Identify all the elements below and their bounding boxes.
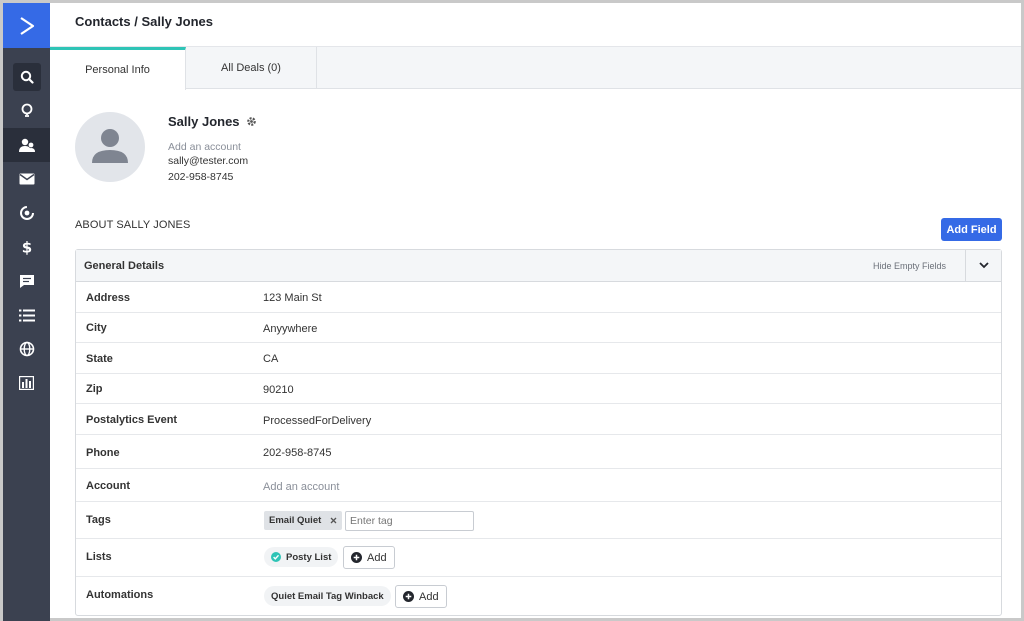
- add-field-button[interactable]: Add Field: [941, 218, 1002, 241]
- tag-input[interactable]: [345, 511, 474, 531]
- search-icon: [20, 70, 34, 84]
- tag-pill: Email Quiet: [264, 511, 343, 530]
- field-label: Postalytics Event: [86, 414, 178, 426]
- svg-text:$: $: [21, 239, 31, 255]
- globe-icon: [19, 341, 34, 357]
- add-automation-label: Add: [419, 590, 439, 603]
- sidebar-item-search[interactable]: [3, 60, 50, 94]
- sidebar-item-automations[interactable]: [3, 196, 50, 230]
- sidebar-item-contacts[interactable]: [3, 128, 50, 162]
- tag-label: Email Quiet: [269, 515, 322, 526]
- phone-value[interactable]: 202-958-8745: [263, 447, 332, 459]
- field-row-phone: Phone 202-958-8745: [76, 435, 1001, 469]
- automation-chip-label: Quiet Email Tag Winback: [271, 590, 384, 602]
- sidebar-item-ideas[interactable]: [3, 94, 50, 128]
- sidebar-item-reports[interactable]: [3, 366, 50, 400]
- account-value[interactable]: Add an account: [263, 481, 339, 493]
- add-list-button[interactable]: Add: [343, 546, 395, 569]
- chat-icon: [19, 274, 34, 288]
- plus-circle-icon: [403, 591, 414, 602]
- postalytics-value[interactable]: ProcessedForDelivery: [263, 415, 371, 427]
- lightbulb-icon: [21, 103, 32, 117]
- field-label: Address: [86, 292, 131, 304]
- contacts-icon: [18, 138, 35, 152]
- person-placeholder-icon: [92, 129, 128, 163]
- top-bar: Contacts / Sally Jones: [50, 3, 1021, 47]
- field-label: Lists: [86, 551, 112, 563]
- panel-header[interactable]: General Details Hide Empty Fields: [76, 250, 1001, 282]
- field-row-lists: Lists Posty List Add: [76, 539, 1001, 577]
- brand-chevron-icon: [19, 16, 34, 35]
- plus-circle-icon: [351, 552, 362, 563]
- field-row-postalytics-event: Postalytics Event ProcessedForDelivery: [76, 404, 1001, 435]
- zip-value[interactable]: 90210: [263, 384, 294, 396]
- contact-email[interactable]: sally@tester.com: [168, 155, 248, 167]
- field-label: Tags: [86, 514, 111, 526]
- tab-personal-info[interactable]: Personal Info: [50, 47, 186, 90]
- contact-name: Sally Jones: [168, 114, 257, 129]
- logo[interactable]: [3, 3, 50, 48]
- close-icon[interactable]: [330, 517, 337, 524]
- envelope-icon: [19, 173, 34, 185]
- field-label: Automations: [86, 589, 154, 601]
- about-heading: ABOUT SALLY JONES: [75, 219, 191, 231]
- automation-icon: [19, 206, 34, 220]
- general-details-panel: General Details Hide Empty Fields Addres…: [75, 249, 1002, 616]
- sidebar-item-campaigns[interactable]: [3, 162, 50, 196]
- sidebar-item-website[interactable]: [3, 332, 50, 366]
- sidebar: $: [3, 3, 50, 621]
- chevron-down-icon: [978, 262, 989, 269]
- state-value[interactable]: CA: [263, 353, 278, 365]
- field-row-account: Account Add an account: [76, 469, 1001, 502]
- field-row-state: State CA: [76, 343, 1001, 374]
- bar-chart-icon: [19, 376, 34, 390]
- tab-bar: Personal Info All Deals (0): [50, 47, 1021, 90]
- field-row-automations: Automations Quiet Email Tag Winback Add: [76, 577, 1001, 615]
- avatar[interactable]: [75, 112, 145, 182]
- list-chip[interactable]: Posty List: [264, 547, 339, 567]
- field-row-city: City Anyywhere: [76, 313, 1001, 343]
- panel-title: General Details: [84, 260, 165, 272]
- add-list-label: Add: [367, 551, 387, 564]
- add-account-link[interactable]: Add an account: [168, 141, 241, 153]
- sidebar-item-lists[interactable]: [3, 298, 50, 332]
- dollar-icon: $: [21, 239, 31, 255]
- field-label: Phone: [86, 447, 120, 459]
- gear-icon[interactable]: [246, 116, 257, 127]
- address-value[interactable]: 123 Main St: [263, 292, 322, 304]
- sidebar-item-deals[interactable]: $: [3, 230, 50, 264]
- list-chip-label: Posty List: [286, 551, 332, 563]
- city-value[interactable]: Anyywhere: [263, 323, 317, 335]
- field-row-zip: Zip 90210: [76, 374, 1001, 404]
- breadcrumb: Contacts / Sally Jones: [75, 14, 213, 29]
- hide-empty-fields-link[interactable]: Hide Empty Fields: [873, 261, 946, 271]
- collapse-button[interactable]: [965, 250, 1001, 281]
- field-row-tags: Tags Email Quiet: [76, 502, 1001, 539]
- tab-all-deals[interactable]: All Deals (0): [186, 47, 317, 89]
- field-label: State: [86, 353, 113, 365]
- field-label: Zip: [86, 383, 103, 395]
- field-label: Account: [86, 480, 130, 492]
- sidebar-item-conversations[interactable]: [3, 264, 50, 298]
- field-label: City: [86, 322, 107, 334]
- automation-chip[interactable]: Quiet Email Tag Winback: [264, 586, 391, 606]
- contact-name-text: Sally Jones: [168, 114, 240, 129]
- check-circle-icon: [271, 552, 281, 562]
- contact-phone[interactable]: 202-958-8745: [168, 171, 233, 183]
- list-icon: [18, 309, 35, 321]
- field-row-address: Address 123 Main St: [76, 282, 1001, 313]
- add-automation-button[interactable]: Add: [395, 585, 447, 608]
